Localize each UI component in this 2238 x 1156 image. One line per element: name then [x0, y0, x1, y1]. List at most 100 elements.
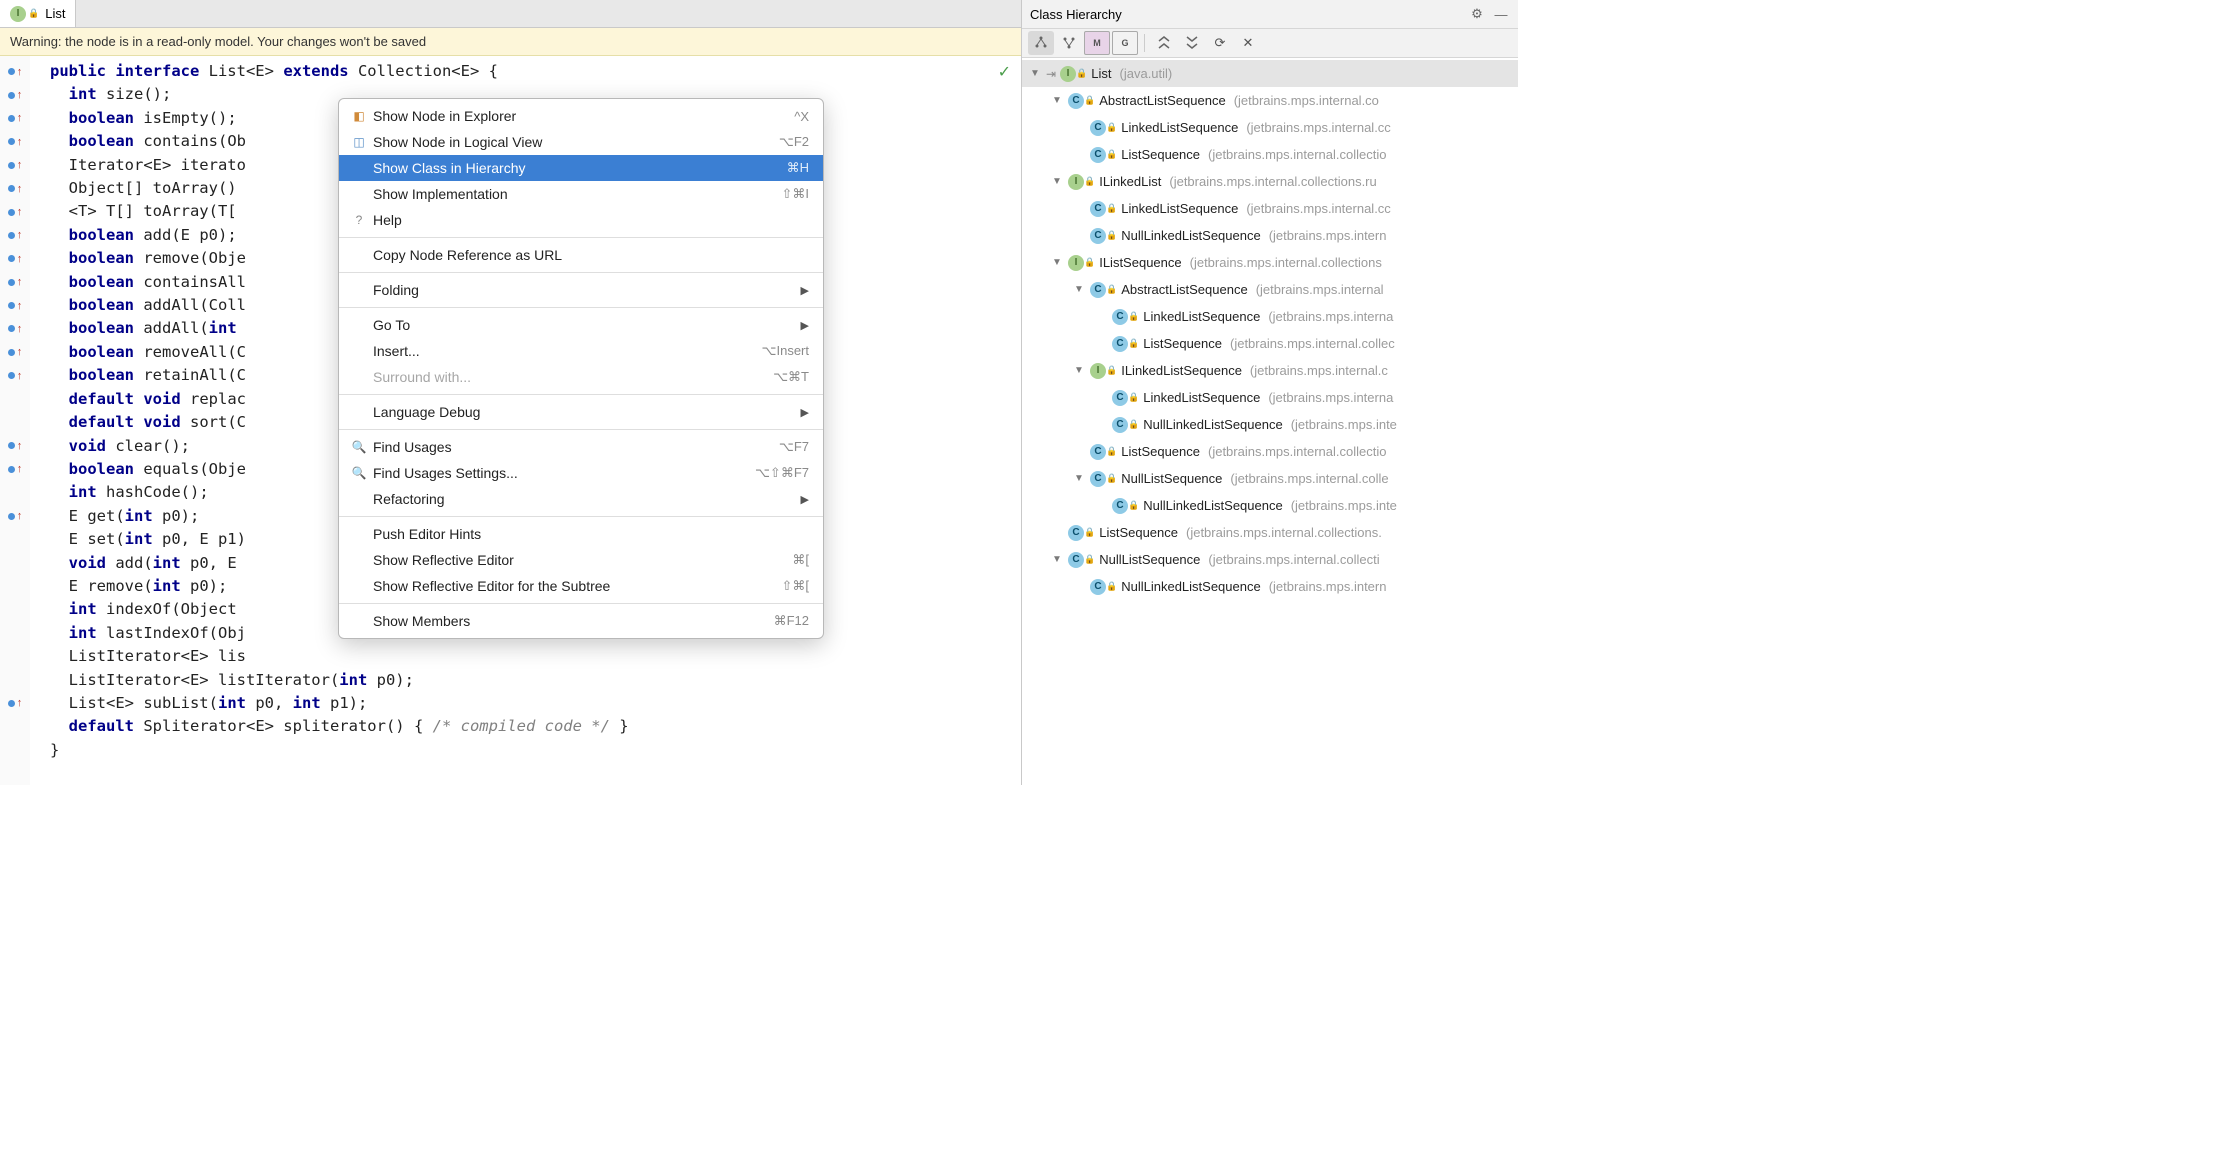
tree-node-listsequence[interactable]: C🔒ListSequence(jetbrains.mps.internal.co… — [1022, 438, 1518, 465]
lock-icon: 🔒 — [1106, 581, 1117, 592]
tree-node-nulllistsequence[interactable]: ▼C🔒NullListSequence(jetbrains.mps.intern… — [1022, 546, 1518, 573]
menu-item-shortcut: ⌘H — [787, 160, 809, 176]
tree-node-label: ListSequence — [1143, 336, 1222, 351]
tree-toggle-icon[interactable]: ▼ — [1050, 257, 1064, 268]
tree-node-linkedlistsequence[interactable]: C🔒LinkedListSequence(jetbrains.mps.inter… — [1022, 303, 1518, 330]
menu-item-folding[interactable]: Folding▶ — [339, 277, 823, 303]
override-marker-icon[interactable] — [8, 68, 15, 75]
menu-item-show-members[interactable]: Show Members⌘F12 — [339, 608, 823, 634]
tree-node-linkedlistsequence[interactable]: C🔒LinkedListSequence(jetbrains.mps.inter… — [1022, 195, 1518, 222]
menu-item-show-class-in-hierarchy[interactable]: Show Class in Hierarchy⌘H — [339, 155, 823, 181]
inspection-ok-icon[interactable]: ✓ — [998, 62, 1011, 82]
menu-item-icon: ◫ — [347, 135, 371, 149]
override-marker-icon[interactable] — [8, 255, 15, 262]
menu-item-push-editor-hints[interactable]: Push Editor Hints — [339, 521, 823, 547]
override-marker-icon[interactable] — [8, 372, 15, 379]
tree-node-nulllinkedlistsequence[interactable]: C🔒NullLinkedListSequence(jetbrains.mps.i… — [1022, 222, 1518, 249]
scope-module-button[interactable]: M — [1084, 31, 1110, 55]
tree-node-nulllistsequence[interactable]: ▼C🔒NullListSequence(jetbrains.mps.intern… — [1022, 465, 1518, 492]
class-icon: C — [1090, 471, 1106, 487]
tree-toggle-icon[interactable]: ▼ — [1028, 68, 1042, 79]
tree-toggle-icon[interactable]: ▼ — [1050, 95, 1064, 106]
menu-item-show-node-in-logical-view[interactable]: ◫Show Node in Logical View⌥F2 — [339, 129, 823, 155]
menu-item-label: Show Reflective Editor for the Subtree — [371, 578, 781, 594]
tree-node-list[interactable]: ▼⇥I🔒List(java.util) — [1022, 60, 1518, 87]
override-marker-icon[interactable] — [8, 232, 15, 239]
tree-node-nulllinkedlistsequence[interactable]: C🔒NullLinkedListSequence(jetbrains.mps.i… — [1022, 411, 1518, 438]
override-marker-icon[interactable] — [8, 442, 15, 449]
close-button[interactable]: ✕ — [1235, 31, 1261, 55]
override-marker-icon[interactable] — [8, 162, 15, 169]
tree-node-ilistsequence[interactable]: ▼I🔒IListSequence(jetbrains.mps.internal.… — [1022, 249, 1518, 276]
override-marker-icon[interactable] — [8, 92, 15, 99]
class-icon: C — [1112, 309, 1128, 325]
hierarchy-tree[interactable]: ▼⇥I🔒List(java.util)▼C🔒AbstractListSequen… — [1022, 58, 1518, 785]
menu-item-show-node-in-explorer[interactable]: ◧Show Node in Explorer^X — [339, 103, 823, 129]
tree-node-nulllinkedlistsequence[interactable]: C🔒NullLinkedListSequence(jetbrains.mps.i… — [1022, 492, 1518, 519]
tree-node-ilinkedlistsequence[interactable]: ▼I🔒ILinkedListSequence(jetbrains.mps.int… — [1022, 357, 1518, 384]
lock-icon: 🔒 — [1106, 122, 1117, 133]
menu-item-label: Show Implementation — [371, 186, 781, 202]
menu-item-copy-node-reference-as-url[interactable]: Copy Node Reference as URL — [339, 242, 823, 268]
tree-node-label: LinkedListSequence — [1121, 120, 1238, 135]
supertypes-button[interactable] — [1056, 31, 1082, 55]
toolbar-separator — [1144, 34, 1145, 52]
tree-toggle-icon[interactable]: ▼ — [1072, 284, 1086, 295]
tree-node-package: (jetbrains.mps.internal.collec — [1230, 336, 1395, 351]
lock-icon: 🔒 — [1106, 284, 1117, 295]
tree-node-abstractlistsequence[interactable]: ▼C🔒AbstractListSequence(jetbrains.mps.in… — [1022, 87, 1518, 114]
gear-icon[interactable]: ⚙ — [1468, 5, 1486, 23]
override-marker-icon[interactable] — [8, 209, 15, 216]
menu-item-find-usages-settings[interactable]: 🔍Find Usages Settings...⌥⇧⌘F7 — [339, 460, 823, 486]
tree-node-abstractlistsequence[interactable]: ▼C🔒AbstractListSequence(jetbrains.mps.in… — [1022, 276, 1518, 303]
class-hierarchy-button[interactable] — [1028, 31, 1054, 55]
tree-node-ilinkedlist[interactable]: ▼I🔒ILinkedList(jetbrains.mps.internal.co… — [1022, 168, 1518, 195]
override-marker-icon[interactable] — [8, 302, 15, 309]
override-arrow-icon: ↑ — [17, 136, 23, 148]
menu-item-show-reflective-editor-for-the-subtree[interactable]: Show Reflective Editor for the Subtree⇧⌘… — [339, 573, 823, 599]
tree-toggle-icon[interactable]: ▼ — [1072, 365, 1086, 376]
override-marker-icon[interactable] — [8, 349, 15, 356]
menu-item-refactoring[interactable]: Refactoring▶ — [339, 486, 823, 512]
tree-toggle-icon[interactable]: ▼ — [1050, 176, 1064, 187]
override-marker-icon[interactable] — [8, 466, 15, 473]
tree-node-package: (jetbrains.mps.internal.collectio — [1208, 147, 1386, 162]
menu-item-go-to[interactable]: Go To▶ — [339, 312, 823, 338]
override-marker-icon[interactable] — [8, 138, 15, 145]
tree-node-package: (jetbrains.mps.internal.co — [1234, 93, 1379, 108]
scope-global-button[interactable]: G — [1112, 31, 1138, 55]
override-marker-icon[interactable] — [8, 513, 15, 520]
tree-toggle-icon[interactable]: ▼ — [1072, 473, 1086, 484]
minimize-icon[interactable]: — — [1492, 5, 1510, 23]
menu-item-show-reflective-editor[interactable]: Show Reflective Editor⌘[ — [339, 547, 823, 573]
tree-node-nulllinkedlistsequence[interactable]: C🔒NullLinkedListSequence(jetbrains.mps.i… — [1022, 573, 1518, 600]
menu-item-icon: 🔍 — [347, 440, 371, 454]
tab-list[interactable]: I 🔒 List — [0, 0, 76, 27]
menu-item-help[interactable]: ?Help — [339, 207, 823, 233]
menu-item-find-usages[interactable]: 🔍Find Usages⌥F7 — [339, 434, 823, 460]
tree-node-linkedlistsequence[interactable]: C🔒LinkedListSequence(jetbrains.mps.inter… — [1022, 384, 1518, 411]
menu-item-language-debug[interactable]: Language Debug▶ — [339, 399, 823, 425]
tree-node-listsequence[interactable]: C🔒ListSequence(jetbrains.mps.internal.co… — [1022, 330, 1518, 357]
override-marker-icon[interactable] — [8, 115, 15, 122]
menu-item-show-implementation[interactable]: Show Implementation⇧⌘I — [339, 181, 823, 207]
expand-all-button[interactable] — [1151, 31, 1177, 55]
override-marker-icon[interactable] — [8, 700, 15, 707]
menu-item-label: Show Node in Logical View — [371, 134, 779, 150]
override-marker-icon[interactable] — [8, 185, 15, 192]
tree-node-package: (jetbrains.mps.internal.colle — [1230, 471, 1388, 486]
lock-icon: 🔒 — [1128, 392, 1139, 403]
lock-icon: 🔒 — [1106, 203, 1117, 214]
menu-item-insert[interactable]: Insert...⌥Insert — [339, 338, 823, 364]
refresh-button[interactable]: ⟳ — [1207, 31, 1233, 55]
override-marker-icon[interactable] — [8, 325, 15, 332]
override-marker-icon[interactable] — [8, 279, 15, 286]
collapse-all-button[interactable] — [1179, 31, 1205, 55]
tree-node-listsequence[interactable]: C🔒ListSequence(jetbrains.mps.internal.co… — [1022, 519, 1518, 546]
class-icon: C — [1090, 282, 1106, 298]
tree-toggle-icon[interactable]: ▼ — [1050, 554, 1064, 565]
tree-node-label: NullLinkedListSequence — [1121, 579, 1260, 594]
tree-node-label: AbstractListSequence — [1121, 282, 1247, 297]
tree-node-listsequence[interactable]: C🔒ListSequence(jetbrains.mps.internal.co… — [1022, 141, 1518, 168]
tree-node-linkedlistsequence[interactable]: C🔒LinkedListSequence(jetbrains.mps.inter… — [1022, 114, 1518, 141]
